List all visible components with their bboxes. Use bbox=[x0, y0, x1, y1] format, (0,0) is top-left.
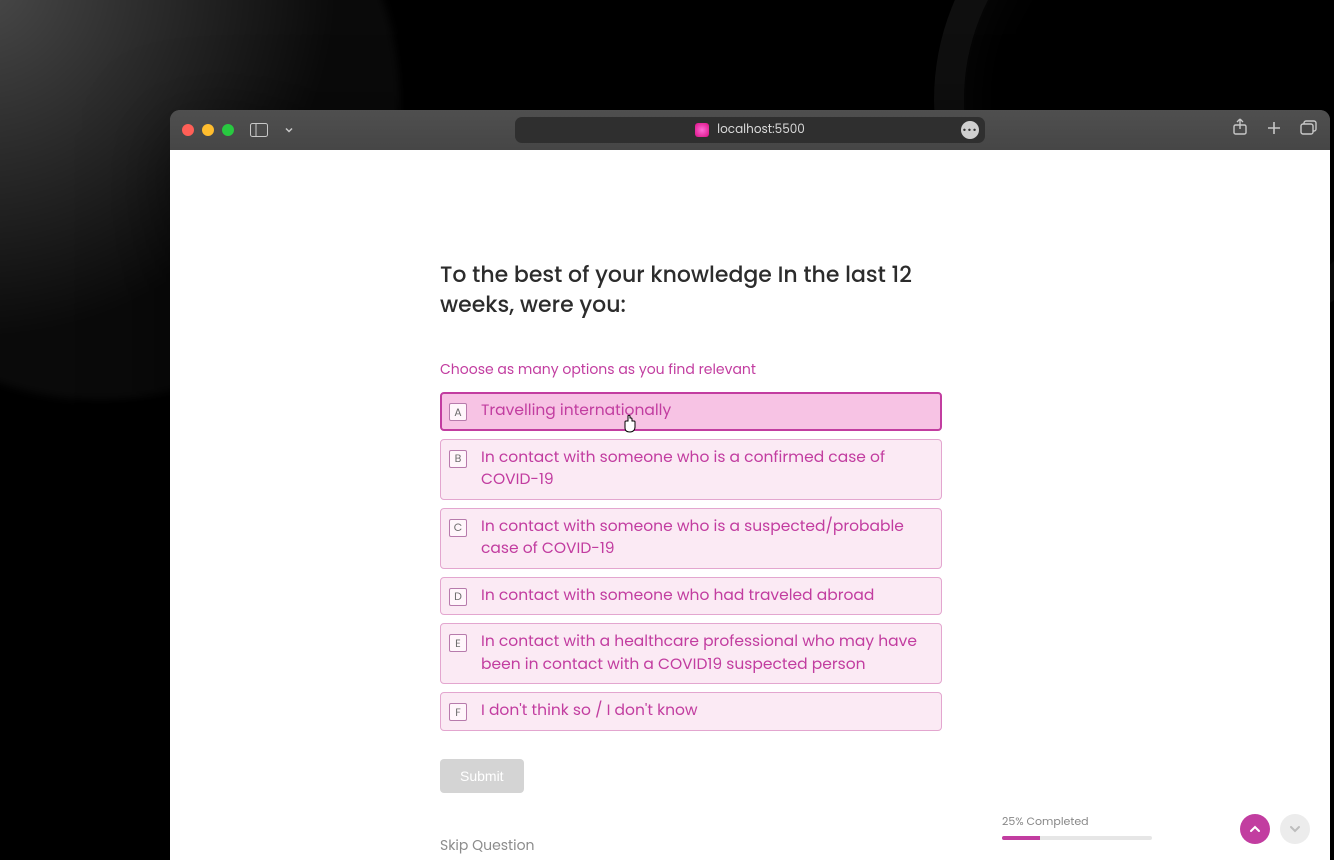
option-key: B bbox=[449, 450, 467, 468]
progress-fill bbox=[1002, 836, 1040, 840]
option-e[interactable]: E In contact with a healthcare professio… bbox=[440, 623, 942, 684]
tabs-overview-button[interactable] bbox=[1300, 118, 1318, 143]
option-f[interactable]: F I don't think so / I don't know bbox=[440, 692, 942, 730]
option-d[interactable]: D In contact with someone who had travel… bbox=[440, 577, 942, 615]
share-button[interactable] bbox=[1232, 118, 1248, 143]
option-key: C bbox=[449, 519, 467, 537]
option-label: In contact with someone who is a suspect… bbox=[481, 516, 929, 561]
window-controls bbox=[182, 124, 234, 136]
page-content: To the best of your knowledge In the las… bbox=[170, 150, 1330, 860]
option-label: In contact with someone who had traveled… bbox=[481, 585, 874, 607]
option-label: In contact with someone who is a confirm… bbox=[481, 447, 929, 492]
option-key: E bbox=[449, 634, 467, 652]
dropdown-chevron-icon[interactable] bbox=[284, 125, 294, 135]
sidebar-toggle-button[interactable] bbox=[250, 123, 268, 137]
page-settings-button[interactable]: ••• bbox=[961, 121, 979, 139]
progress-label: 25% Completed bbox=[1002, 813, 1262, 830]
option-b[interactable]: B In contact with someone who is a confi… bbox=[440, 439, 942, 500]
question-title: To the best of your knowledge In the las… bbox=[440, 260, 980, 319]
option-a[interactable]: A Travelling internationally bbox=[440, 392, 942, 430]
window-minimize-button[interactable] bbox=[202, 124, 214, 136]
new-tab-button[interactable] bbox=[1266, 118, 1282, 143]
skip-question-link[interactable]: Skip Question bbox=[440, 835, 980, 856]
window-close-button[interactable] bbox=[182, 124, 194, 136]
question-nav bbox=[1240, 814, 1310, 844]
option-key: A bbox=[449, 403, 467, 421]
address-url: localhost:5500 bbox=[717, 121, 805, 139]
option-label: In contact with a healthcare professiona… bbox=[481, 631, 929, 676]
prev-question-button[interactable] bbox=[1240, 814, 1270, 844]
progress-bar bbox=[1002, 836, 1152, 840]
option-key: F bbox=[449, 703, 467, 721]
browser-titlebar: localhost:5500 ••• bbox=[170, 110, 1330, 150]
next-question-button[interactable] bbox=[1280, 814, 1310, 844]
question-instruction: Choose as many options as you find relev… bbox=[440, 359, 980, 380]
browser-window: localhost:5500 ••• To the best of your k… bbox=[170, 110, 1330, 860]
window-maximize-button[interactable] bbox=[222, 124, 234, 136]
option-label: I don't think so / I don't know bbox=[481, 700, 698, 722]
progress-area: 25% Completed bbox=[1002, 813, 1262, 840]
options-list: A Travelling internationally B In contac… bbox=[440, 392, 942, 730]
option-label: Travelling internationally bbox=[481, 400, 671, 422]
question-block: To the best of your knowledge In the las… bbox=[440, 260, 980, 856]
submit-button[interactable]: Submit bbox=[440, 759, 524, 793]
option-c[interactable]: C In contact with someone who is a suspe… bbox=[440, 508, 942, 569]
address-bar[interactable]: localhost:5500 ••• bbox=[515, 117, 985, 143]
option-key: D bbox=[449, 588, 467, 606]
favicon-icon bbox=[695, 123, 709, 137]
